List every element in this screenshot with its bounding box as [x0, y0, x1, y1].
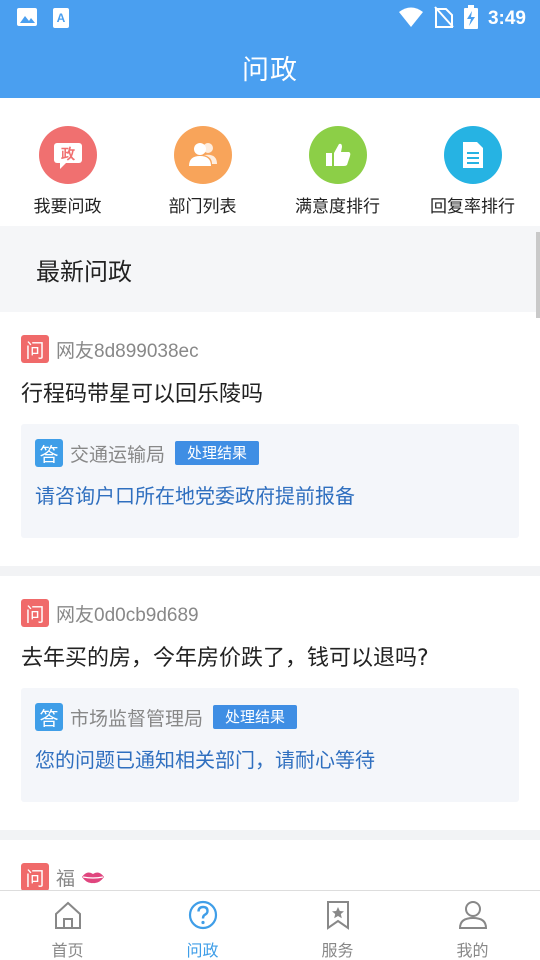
quick-nav-reply-rate[interactable]: 回复率排行	[405, 98, 540, 226]
app-bar: 问政	[0, 36, 540, 98]
tab-label: 服务	[321, 941, 354, 960]
status-bar: A 3:49	[0, 0, 540, 36]
status-time: 3:49	[487, 8, 526, 29]
user-name: 福	[56, 868, 76, 890]
question-text: 去年买的房，今年房价跌了，钱可以退吗?	[21, 646, 429, 671]
quick-nav-label: 我要问政	[33, 197, 102, 217]
section-title: 最新问政	[36, 257, 132, 286]
department-name: 交通运输局	[70, 443, 166, 466]
department-people-icon	[173, 126, 232, 184]
answer-box: 答 市场监督管理局 处理结果 您的问题已通知相关部门，请耐心等待	[21, 688, 519, 802]
app-notification-icon: A	[52, 7, 70, 33]
user-name: 网友0d0cb9d689	[56, 604, 199, 626]
question-badge: 问	[21, 599, 49, 627]
svg-text:A: A	[57, 11, 66, 25]
quick-nav-label: 满意度排行	[295, 197, 380, 217]
tab-label: 我的	[456, 941, 489, 960]
battery-charging-icon	[463, 5, 478, 33]
tab-label: 问政	[186, 941, 219, 960]
page-title: 问政	[242, 54, 298, 86]
question-badge: 问	[21, 335, 49, 363]
image-icon	[16, 7, 38, 33]
question-feed[interactable]: 问 网友8d899038ec 行程码带星可以回乐陵吗 答 交通运输局 处理结果 …	[0, 312, 540, 890]
answer-badge: 答	[35, 703, 63, 731]
ask-politics-icon: 政	[38, 126, 97, 184]
question-circle-icon	[187, 899, 219, 935]
tab-wenzheng[interactable]: 问政	[135, 891, 270, 960]
lips-emoji-icon	[81, 869, 105, 885]
quick-nav-label: 回复率排行	[430, 197, 515, 217]
wifi-icon	[398, 6, 424, 32]
quick-nav-departments[interactable]: 部门列表	[135, 98, 270, 226]
tab-home[interactable]: 首页	[0, 891, 135, 960]
tab-services[interactable]: 服务	[270, 891, 405, 960]
quick-nav-label: 部门列表	[168, 197, 237, 217]
bookmark-star-icon	[322, 899, 354, 935]
result-tag: 处理结果	[213, 705, 298, 729]
question-card[interactable]: 问 网友0d0cb9d689 去年买的房，今年房价跌了，钱可以退吗? 答 市场监…	[0, 576, 540, 830]
no-sim-icon	[434, 6, 454, 32]
answer-text: 请咨询户口所在地党委政府提前报备	[35, 484, 355, 508]
tab-label: 首页	[51, 941, 84, 960]
question-card[interactable]: 问 网友8d899038ec 行程码带星可以回乐陵吗 答 交通运输局 处理结果 …	[0, 312, 540, 566]
user-icon	[457, 899, 489, 935]
answer-box: 答 交通运输局 处理结果 请咨询户口所在地党委政府提前报备	[21, 424, 519, 538]
thumbs-up-icon	[308, 126, 367, 184]
bottom-nav: 首页 问政 服务 我的	[0, 890, 540, 960]
answer-badge: 答	[35, 439, 63, 467]
answer-text: 您的问题已通知相关部门，请耐心等待	[35, 748, 375, 772]
quick-nav-ask[interactable]: 政 我要问政	[0, 98, 135, 226]
question-badge: 问	[21, 863, 49, 890]
document-icon	[443, 126, 502, 184]
quick-nav-satisfaction[interactable]: 满意度排行	[270, 98, 405, 226]
question-card[interactable]: 问 福	[0, 840, 540, 890]
home-icon	[52, 899, 84, 935]
svg-text:政: 政	[61, 146, 76, 163]
scrollbar-thumb[interactable]	[536, 232, 540, 318]
department-name: 市场监督管理局	[70, 707, 204, 730]
section-header: 最新问政	[0, 226, 540, 312]
result-tag: 处理结果	[175, 441, 260, 465]
question-text: 行程码带星可以回乐陵吗	[21, 382, 264, 407]
user-name: 网友8d899038ec	[56, 340, 199, 362]
quick-nav: 政 我要问政 部门列表 满意度排行 回复率排行	[0, 98, 540, 226]
tab-mine[interactable]: 我的	[405, 891, 540, 960]
